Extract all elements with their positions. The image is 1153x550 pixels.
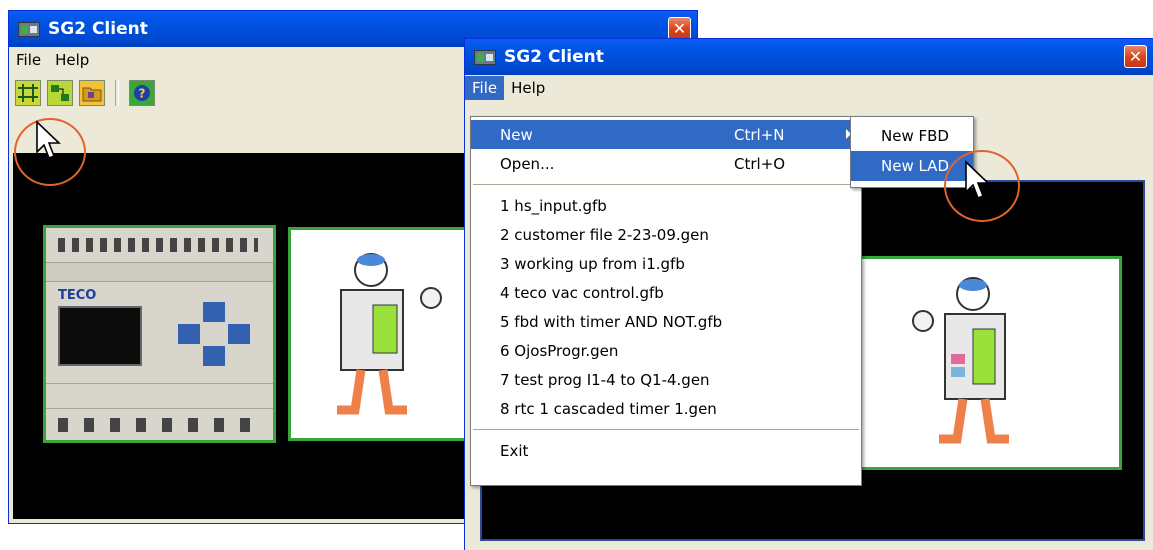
plc-brand: TECO (58, 288, 97, 303)
plc-lcd (58, 306, 142, 366)
menu-item-new[interactable]: New Ctrl+N (471, 120, 861, 149)
file-menu: New Ctrl+N Open... Ctrl+O 1 hs_input.gfb… (470, 116, 862, 486)
recent-file-8[interactable]: 8 rtc 1 cascaded timer 1.gen (471, 394, 861, 423)
menu-item-open-shortcut: Ctrl+O (734, 154, 786, 173)
plc-label-lower (46, 383, 273, 409)
recent-file-2[interactable]: 2 customer file 2-23-09.gen (471, 220, 861, 249)
menu-file[interactable]: File (465, 76, 505, 100)
back-window-title: SG2 Client (48, 19, 148, 39)
front-window-title: SG2 Client (504, 47, 604, 67)
lad-cartoon-panel[interactable] (852, 256, 1122, 470)
toolbar-separator (115, 80, 119, 106)
close-icon[interactable]: ✕ (668, 17, 691, 40)
recent-file-5[interactable]: 5 fbd with timer AND NOT.gfb (471, 307, 861, 336)
plc-keypad (178, 302, 252, 368)
menu-help[interactable]: Help (504, 76, 552, 100)
mouse-pointer-icon (36, 120, 61, 160)
menu-help[interactable]: Help (48, 48, 96, 72)
front-menubar: File Help (465, 75, 1153, 101)
plc-terminal-bottom (58, 418, 258, 432)
menu-item-open-label: Open... (500, 154, 555, 173)
plc-label-strip (46, 262, 273, 282)
help-icon[interactable]: ? (129, 80, 155, 106)
open-folder-icon[interactable] (79, 80, 105, 106)
menu-separator (473, 429, 859, 430)
menu-file[interactable]: File (9, 48, 48, 72)
mouse-pointer-icon (965, 160, 990, 200)
svg-text:?: ? (139, 87, 146, 101)
recent-file-6[interactable]: 6 OjosProgr.gen (471, 336, 861, 365)
menu-item-new-shortcut: Ctrl+N (734, 125, 785, 144)
mascot-lad-illustration (912, 277, 1009, 444)
recent-file-7[interactable]: 7 test prog I1-4 to Q1-4.gen (471, 365, 861, 394)
app-icon (474, 49, 496, 65)
new-fbd-icon[interactable] (47, 80, 73, 106)
recent-file-4[interactable]: 4 teco vac control.gfb (471, 278, 861, 307)
menu-item-open[interactable]: Open... Ctrl+O (471, 149, 861, 178)
front-window-titlebar[interactable]: SG2 Client ✕ (465, 39, 1153, 75)
recent-file-1[interactable]: 1 hs_input.gfb (471, 191, 861, 220)
menu-separator (473, 184, 859, 185)
plc-terminal-top (58, 238, 258, 252)
menu-item-new-label: New (500, 125, 533, 144)
menu-item-exit[interactable]: Exit (471, 436, 861, 465)
recent-file-3[interactable]: 3 working up from i1.gfb (471, 249, 861, 278)
submenu-new-fbd[interactable]: New FBD (851, 121, 973, 151)
plc-device-image[interactable]: TECO (43, 225, 276, 443)
new-ladder-icon[interactable] (15, 80, 41, 106)
app-icon (18, 21, 40, 37)
close-icon[interactable]: ✕ (1124, 45, 1147, 68)
